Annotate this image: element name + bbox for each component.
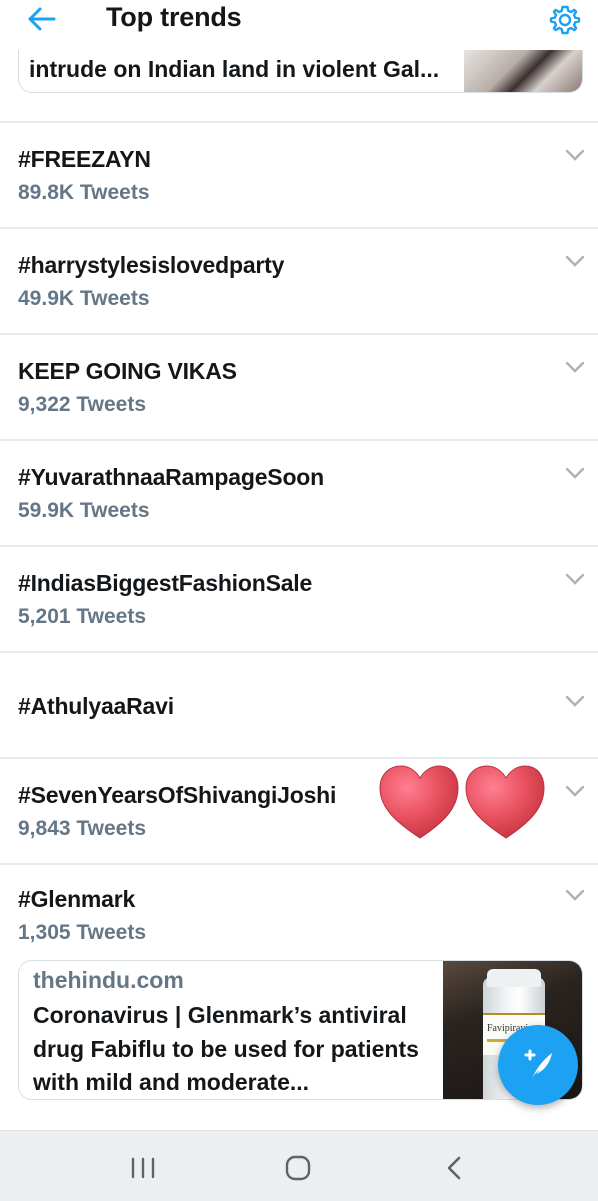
trend-name: #SevenYearsOfShivangiJoshi bbox=[18, 782, 337, 808]
trend-item[interactable]: #Glenmark 1,305 Tweets bbox=[0, 866, 598, 970]
divider bbox=[0, 227, 598, 229]
bottle-cap bbox=[487, 969, 541, 987]
trend-name: #YuvarathnaaRampageSoon bbox=[18, 464, 325, 490]
trend-name: #AthulyaaRavi bbox=[18, 693, 174, 719]
settings-button[interactable] bbox=[549, 4, 581, 36]
trend-name: KEEP GOING VIKAS bbox=[18, 358, 237, 384]
chevron-down-icon[interactable] bbox=[564, 360, 586, 374]
divider bbox=[0, 757, 598, 759]
chevron-down-icon[interactable] bbox=[564, 466, 586, 480]
trend-item[interactable]: #FREEZAYN 89.8K Tweets bbox=[0, 124, 598, 228]
compose-tweet-icon bbox=[524, 1049, 552, 1079]
gear-icon bbox=[549, 5, 581, 35]
chevron-down-icon[interactable] bbox=[564, 888, 586, 902]
trend-name: #FREEZAYN bbox=[18, 146, 151, 172]
news-card-top[interactable]: intrude on Indian land in violent Gal... bbox=[18, 50, 583, 93]
divider bbox=[0, 863, 598, 865]
news-card-thumbnail bbox=[464, 50, 582, 92]
trend-item[interactable]: #harrystylesislovedparty 49.9K Tweets bbox=[0, 230, 598, 334]
heart-icon bbox=[379, 765, 459, 839]
recent-apps-button[interactable] bbox=[123, 1153, 163, 1183]
recent-apps-icon bbox=[131, 1157, 155, 1179]
news-source: thehindu.com bbox=[33, 967, 184, 993]
news-card[interactable]: thehindu.com Coronavirus | Glenmark’s an… bbox=[18, 960, 583, 1100]
trend-name: #IndiasBiggestFashionSale bbox=[18, 570, 313, 596]
home-button[interactable] bbox=[278, 1153, 318, 1183]
arrow-left-icon bbox=[28, 7, 56, 31]
trend-tweet-count: 59.9K Tweets bbox=[18, 499, 150, 522]
trend-name: #Glenmark bbox=[18, 886, 136, 912]
back-button[interactable] bbox=[26, 4, 58, 34]
chevron-down-icon[interactable] bbox=[564, 694, 586, 708]
trend-tweet-count: 89.8K Tweets bbox=[18, 181, 150, 204]
divider bbox=[0, 121, 598, 123]
heart-icon bbox=[465, 765, 545, 839]
trend-tweet-count: 5,201 Tweets bbox=[18, 605, 147, 628]
system-back-button[interactable] bbox=[435, 1153, 475, 1183]
divider bbox=[0, 651, 598, 653]
divider bbox=[0, 545, 598, 547]
trend-tweet-count: 9,322 Tweets bbox=[18, 393, 147, 416]
heart-stickers bbox=[379, 765, 545, 839]
trend-tweet-count: 1,305 Tweets bbox=[18, 921, 147, 944]
news-card-headline: intrude on Indian land in violent Gal... bbox=[29, 56, 440, 82]
trend-tweet-count: 9,843 Tweets bbox=[18, 817, 147, 840]
chevron-down-icon[interactable] bbox=[564, 784, 586, 798]
divider bbox=[0, 439, 598, 441]
home-icon bbox=[285, 1155, 311, 1181]
trend-item[interactable]: #AthulyaaRavi bbox=[0, 654, 598, 758]
chevron-down-icon[interactable] bbox=[564, 572, 586, 586]
back-icon bbox=[447, 1156, 461, 1180]
trend-tweet-count: 49.9K Tweets bbox=[18, 287, 150, 310]
page-title: Top trends bbox=[106, 2, 242, 32]
chevron-down-icon[interactable] bbox=[564, 254, 586, 268]
trend-item[interactable]: KEEP GOING VIKAS 9,322 Tweets bbox=[0, 336, 598, 440]
trend-item[interactable]: #IndiasBiggestFashionSale 5,201 Tweets bbox=[0, 548, 598, 652]
compose-tweet-button[interactable] bbox=[498, 1025, 578, 1105]
news-headline: Coronavirus | Glenmark’s antiviral drug … bbox=[33, 1002, 419, 1095]
top-bar: Top trends bbox=[0, 0, 598, 50]
system-nav-bar bbox=[0, 1130, 598, 1201]
chevron-down-icon[interactable] bbox=[564, 148, 586, 162]
trend-name: #harrystylesislovedparty bbox=[18, 252, 285, 278]
divider bbox=[0, 333, 598, 335]
trend-item[interactable]: #YuvarathnaaRampageSoon 59.9K Tweets bbox=[0, 442, 598, 546]
